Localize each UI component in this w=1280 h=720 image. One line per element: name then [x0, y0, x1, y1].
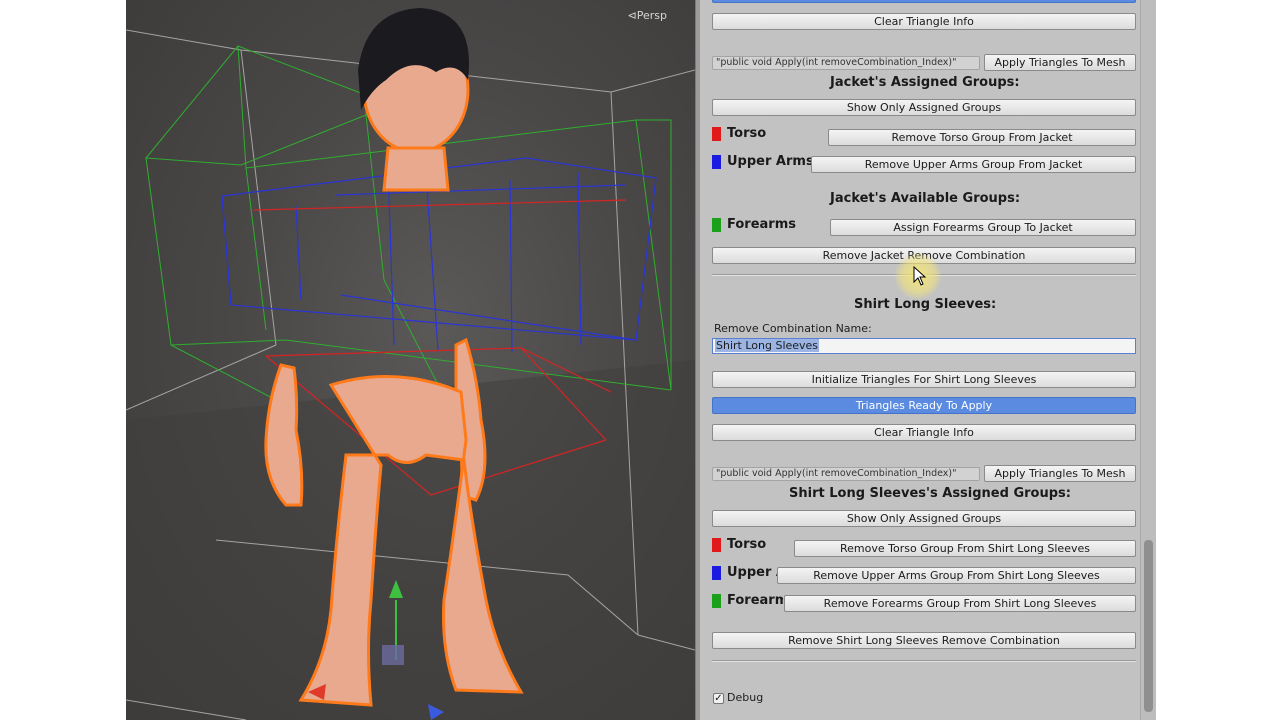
video-frame-left: [0, 0, 126, 720]
jacket-clear-triangle-info-button[interactable]: Clear Triangle Info: [712, 13, 1136, 30]
projection-label[interactable]: ⊲Persp: [628, 9, 667, 22]
torso-color-swatch: [712, 127, 721, 141]
jacket-group-forearms-label: Forearms: [727, 217, 796, 232]
shirt-apply-triangles-button[interactable]: Apply Triangles To Mesh: [984, 465, 1136, 482]
video-frame-right: [1156, 0, 1280, 720]
assign-forearms-to-jacket-button[interactable]: Assign Forearms Group To Jacket: [830, 219, 1136, 236]
status-bar-top: [712, 0, 1136, 3]
projection-text: Persp: [636, 9, 667, 22]
jacket-show-only-assigned-button[interactable]: Show Only Assigned Groups: [712, 99, 1136, 116]
combination-name-label: Remove Combination Name:: [714, 322, 872, 335]
combination-name-input[interactable]: Shirt Long Sleeves: [712, 338, 1136, 354]
shirt-upper-arms-color-swatch: [712, 566, 721, 580]
section-divider-bottom: [712, 660, 1136, 662]
remove-torso-from-jacket-button[interactable]: Remove Torso Group From Jacket: [828, 129, 1136, 146]
shirt-torso-color-swatch: [712, 538, 721, 552]
debug-label: Debug: [727, 691, 764, 704]
remove-shirt-combination-button[interactable]: Remove Shirt Long Sleeves Remove Combina…: [712, 632, 1136, 649]
scene-viewport[interactable]: ⊲Persp: [126, 0, 695, 720]
remove-upper-arms-from-shirt-button[interactable]: Remove Upper Arms Group From Shirt Long …: [777, 567, 1136, 584]
jacket-group-upper-arms-label: Upper Arms: [727, 154, 811, 169]
shirt-forearms-color-swatch: [712, 594, 721, 608]
shirt-group-forearms-label: Forearms: [727, 593, 783, 608]
remove-upper-arms-from-jacket-button[interactable]: Remove Upper Arms Group From Jacket: [811, 156, 1136, 173]
checkmark-icon: ✓: [714, 693, 723, 704]
jacket-group-torso-label: Torso: [727, 126, 767, 141]
remove-forearms-from-shirt-button[interactable]: Remove Forearms Group From Shirt Long Sl…: [784, 595, 1136, 612]
persp-arrow-icon: ⊲: [627, 9, 637, 22]
shirt-group-upper-arms-label: Upper Arms: [727, 565, 777, 580]
triangles-ready-status: Triangles Ready To Apply: [712, 397, 1136, 414]
shirt-assigned-header: Shirt Long Sleeves's Assigned Groups:: [789, 486, 1071, 501]
shirt-apply-signature: "public void Apply(int removeCombination…: [712, 467, 980, 481]
initialize-triangles-button[interactable]: Initialize Triangles For Shirt Long Slee…: [712, 371, 1136, 388]
scrollbar-thumb[interactable]: [1144, 540, 1153, 712]
remove-torso-from-shirt-button[interactable]: Remove Torso Group From Shirt Long Sleev…: [794, 540, 1136, 557]
combination-name-value: Shirt Long Sleeves: [715, 339, 820, 352]
jacket-available-header: Jacket's Available Groups:: [830, 191, 1021, 206]
inspector-scrollbar[interactable]: [1140, 0, 1156, 720]
shirt-clear-triangle-info-button[interactable]: Clear Triangle Info: [712, 424, 1136, 441]
forearms-color-swatch: [712, 218, 721, 232]
shirt-group-torso-label: Torso: [727, 537, 767, 552]
mouse-pointer-icon: [913, 266, 927, 286]
scene-drawing: [126, 8, 695, 720]
shirt-show-only-assigned-button[interactable]: Show Only Assigned Groups: [712, 510, 1136, 527]
jacket-assigned-header: Jacket's Assigned Groups:: [830, 75, 1020, 90]
upper-arms-color-swatch: [712, 155, 721, 169]
shirt-section-header: Shirt Long Sleeves:: [854, 297, 997, 312]
jacket-apply-signature: "public void Apply(int removeCombination…: [712, 56, 980, 70]
debug-checkbox[interactable]: ✓: [713, 693, 724, 704]
jacket-apply-triangles-button[interactable]: Apply Triangles To Mesh: [984, 54, 1136, 71]
